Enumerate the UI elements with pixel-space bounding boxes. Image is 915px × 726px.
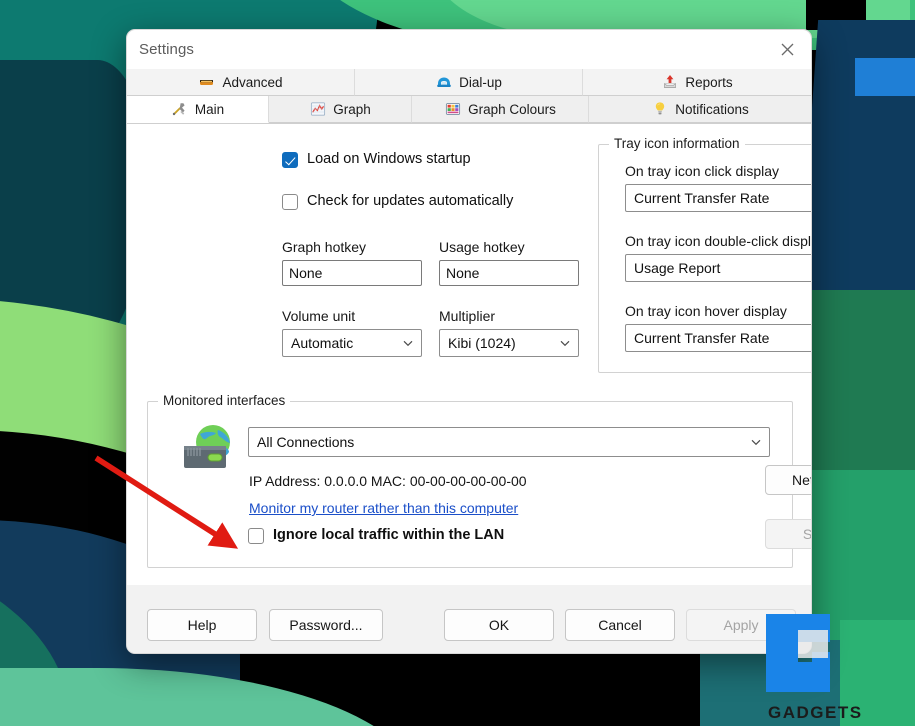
interfaces-group-title: Monitored interfaces bbox=[158, 393, 291, 408]
tab-graph-label: Graph bbox=[333, 101, 371, 117]
monitor-router-link[interactable]: Monitor my router rather than this compu… bbox=[249, 500, 518, 516]
tray-hover-label: On tray icon hover display bbox=[625, 303, 787, 319]
tray-hover-select[interactable]: Current Transfer Rate bbox=[625, 324, 811, 352]
desktop-background: Settings Advanced Dial-up Reports Main G… bbox=[0, 0, 915, 726]
tab-dial-up-label: Dial-up bbox=[459, 74, 502, 90]
setup-button: Setup... bbox=[765, 519, 811, 549]
usage-hotkey-group: Usage hotkey None bbox=[439, 239, 579, 286]
advanced-icon bbox=[198, 74, 215, 91]
multiplier-group: Multiplier Kibi (1024) bbox=[439, 308, 579, 357]
tray-hover-value: Current Transfer Rate bbox=[634, 330, 770, 346]
volume-unit-value: Automatic bbox=[291, 335, 354, 351]
tab-graph-colours[interactable]: Graph Colours bbox=[412, 96, 589, 123]
ignore-lan-row[interactable]: Ignore local traffic within the LAN bbox=[248, 527, 504, 544]
window-title: Settings bbox=[139, 41, 194, 58]
tray-double-click-group: On tray icon double-click display Usage … bbox=[625, 233, 812, 282]
close-icon[interactable] bbox=[764, 30, 811, 69]
connection-select[interactable]: All Connections bbox=[248, 427, 770, 457]
usage-hotkey-label: Usage hotkey bbox=[439, 239, 525, 255]
tab-advanced-label: Advanced bbox=[222, 74, 283, 90]
dialog-footer: Help Password... OK Cancel Apply bbox=[127, 585, 811, 653]
graph-hotkey-input[interactable]: None bbox=[282, 260, 422, 286]
tab-notifications-label: Notifications bbox=[675, 101, 749, 117]
settings-dialog: Settings Advanced Dial-up Reports Main G… bbox=[126, 29, 812, 654]
title-bar: Settings bbox=[127, 30, 811, 69]
volume-unit-label: Volume unit bbox=[282, 308, 356, 324]
wallpaper-shape-green-corner bbox=[840, 620, 915, 726]
tray-click-label: On tray icon click display bbox=[625, 163, 780, 179]
tray-group-title: Tray icon information bbox=[609, 136, 745, 151]
help-button[interactable]: Help bbox=[147, 609, 257, 641]
report-upload-icon bbox=[661, 74, 678, 91]
volume-unit-select[interactable]: Automatic bbox=[282, 329, 422, 357]
tab-strip: Advanced Dial-up Reports Main Graph Grap… bbox=[127, 69, 811, 124]
usage-hotkey-input[interactable]: None bbox=[439, 260, 579, 286]
tab-row-upper: Advanced Dial-up Reports bbox=[127, 69, 811, 96]
telephone-icon bbox=[435, 74, 452, 91]
check-updates-label: Check for updates automatically bbox=[307, 193, 514, 209]
graph-hotkey-label: Graph hotkey bbox=[282, 239, 367, 255]
tab-main[interactable]: Main bbox=[127, 96, 269, 123]
check-updates-row[interactable]: Check for updates automatically bbox=[282, 193, 513, 210]
tray-click-select[interactable]: Current Transfer Rate bbox=[625, 184, 811, 212]
palette-icon bbox=[444, 101, 461, 118]
chevron-down-icon bbox=[560, 340, 570, 347]
tab-notifications[interactable]: Notifications bbox=[589, 96, 811, 123]
connection-value: All Connections bbox=[257, 434, 355, 450]
load-on-startup-checkbox[interactable] bbox=[282, 152, 298, 168]
ignore-lan-checkbox[interactable] bbox=[248, 528, 264, 544]
multiplier-select[interactable]: Kibi (1024) bbox=[439, 329, 579, 357]
tab-panel-main: Load on Windows startup Check for update… bbox=[127, 124, 811, 585]
graph-icon bbox=[309, 101, 326, 118]
tray-double-click-label: On tray icon double-click display bbox=[625, 233, 812, 249]
load-on-startup-label: Load on Windows startup bbox=[307, 151, 471, 167]
tray-hover-group: On tray icon hover display Current Trans… bbox=[625, 303, 811, 352]
chevron-down-icon bbox=[751, 439, 761, 446]
tab-main-label: Main bbox=[194, 101, 225, 117]
tab-reports[interactable]: Reports bbox=[583, 69, 811, 96]
volume-unit-group: Volume unit Automatic bbox=[282, 308, 422, 357]
wallpaper-shape-blue-chip bbox=[855, 58, 915, 96]
cancel-button[interactable]: Cancel bbox=[565, 609, 675, 641]
wallpaper-shape-green-right bbox=[800, 290, 915, 490]
tab-graph[interactable]: Graph bbox=[269, 96, 412, 123]
tray-click-value: Current Transfer Rate bbox=[634, 190, 770, 206]
lightbulb-icon bbox=[651, 101, 668, 118]
monitored-interfaces-group: Monitored interfaces All Connections IP … bbox=[147, 393, 811, 568]
ok-button[interactable]: OK bbox=[444, 609, 554, 641]
globe-network-adapter-icon bbox=[180, 422, 236, 479]
load-on-startup-row[interactable]: Load on Windows startup bbox=[282, 151, 471, 168]
apply-button: Apply bbox=[686, 609, 796, 641]
wallpaper-shape-teal-bottom bbox=[0, 668, 420, 726]
ip-mac-info: IP Address: 0.0.0.0 MAC: 00-00-00-00-00-… bbox=[249, 473, 527, 489]
check-updates-checkbox[interactable] bbox=[282, 194, 298, 210]
tray-double-click-select[interactable]: Usage Report bbox=[625, 254, 811, 282]
password-button[interactable]: Password... bbox=[269, 609, 383, 641]
tray-click-group: On tray icon click display Current Trans… bbox=[625, 163, 811, 212]
multiplier-label: Multiplier bbox=[439, 308, 496, 324]
tab-dial-up[interactable]: Dial-up bbox=[355, 69, 583, 96]
tab-row-lower: Main Graph Graph Colours Notifications bbox=[127, 96, 811, 123]
chevron-down-icon bbox=[403, 340, 413, 347]
tools-icon bbox=[171, 101, 188, 118]
tray-double-click-value: Usage Report bbox=[634, 260, 721, 276]
tab-graph-colours-label: Graph Colours bbox=[468, 101, 556, 117]
tray-icon-information-group: Tray icon information On tray icon click… bbox=[598, 136, 812, 373]
ignore-lan-label: Ignore local traffic within the LAN bbox=[273, 527, 505, 543]
multiplier-value: Kibi (1024) bbox=[448, 335, 516, 351]
graph-hotkey-group: Graph hotkey None bbox=[282, 239, 422, 286]
networks-button[interactable]: Networks... bbox=[765, 465, 811, 495]
tab-reports-label: Reports bbox=[685, 74, 733, 90]
tab-advanced[interactable]: Advanced bbox=[127, 69, 355, 96]
